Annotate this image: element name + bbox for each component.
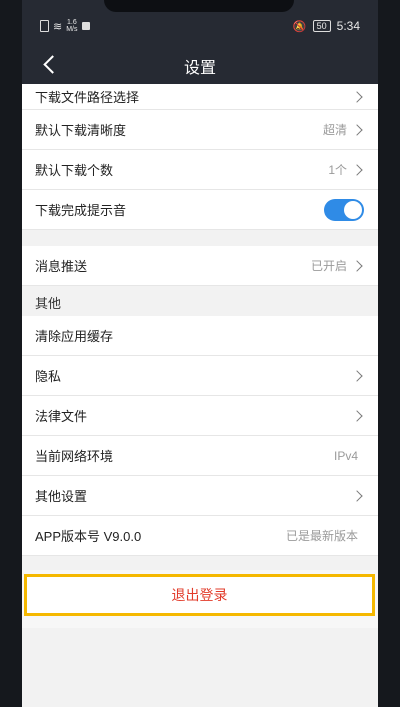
row-label: 消息推送	[35, 259, 88, 274]
row-legal[interactable]: 法律文件	[22, 396, 378, 436]
phone-screen: ≋ 1.6 M/s 🔕 50 5:34 设置 下载文件路径选择 默认下载清晰度 …	[22, 0, 378, 707]
device-frame: ≋ 1.6 M/s 🔕 50 5:34 设置 下载文件路径选择 默认下载清晰度 …	[0, 0, 400, 707]
chevron-right-icon	[351, 163, 363, 176]
row-label: APP版本号 V9.0.0	[35, 529, 142, 544]
chevron-right-icon	[351, 90, 363, 103]
chevron-right-icon	[351, 489, 363, 502]
row-label: 下载文件路径选择	[35, 90, 140, 105]
row-default-count[interactable]: 默认下载个数 1个	[22, 150, 378, 190]
row-value: 已开启	[310, 259, 347, 273]
section-gap	[22, 230, 378, 246]
status-right: 🔕 50 5:34	[293, 19, 360, 33]
row-download-sound: 下载完成提示音	[22, 190, 378, 230]
logout-button[interactable]: 退出登录	[27, 577, 372, 613]
logout-area: 退出登录	[22, 570, 378, 628]
bottom-spacer	[22, 628, 378, 707]
image-notification-icon	[81, 22, 90, 30]
nav-bar: 设置	[22, 44, 378, 84]
row-label: 下载完成提示音	[35, 203, 127, 218]
net-speed-unit: M/s	[66, 26, 78, 33]
net-speed: 1.6 M/s	[66, 19, 77, 33]
row-label: 法律文件	[35, 409, 88, 424]
row-value: IPv4	[333, 448, 358, 463]
chevron-right-icon	[351, 409, 363, 422]
status-left: ≋ 1.6 M/s	[40, 19, 90, 33]
row-label: 默认下载个数	[35, 163, 114, 178]
chevron-right-icon	[351, 259, 363, 272]
download-sound-toggle[interactable]	[324, 198, 364, 221]
row-default-quality[interactable]: 默认下载清晰度 超清	[22, 110, 378, 150]
net-speed-value: 1.6	[66, 19, 77, 26]
settings-list: 下载文件路径选择 默认下载清晰度 超清 默认下载个数 1个 下载完成提示音 消息…	[22, 84, 378, 707]
toggle-knob	[344, 200, 362, 219]
chevron-right-icon	[351, 123, 363, 136]
row-privacy[interactable]: 隐私	[22, 356, 378, 396]
status-bar: ≋ 1.6 M/s 🔕 50 5:34	[22, 0, 378, 44]
notch	[104, 0, 294, 12]
row-value: 已是最新版本	[285, 529, 358, 543]
row-other-settings[interactable]: 其他设置	[22, 476, 378, 516]
wifi-icon: ≋	[53, 20, 63, 33]
row-label: 隐私	[35, 369, 62, 384]
row-label: 清除应用缓存	[35, 329, 114, 344]
row-version: APP版本号 V9.0.0 已是最新版本	[22, 516, 378, 556]
section-header-other: 其他	[22, 286, 378, 316]
clock: 5:34	[336, 19, 360, 33]
row-label: 默认下载清晰度	[35, 123, 127, 138]
row-clear-cache[interactable]: 清除应用缓存	[22, 316, 378, 356]
battery-icon: 50	[312, 20, 331, 32]
row-network-env: 当前网络环境 IPv4	[22, 436, 378, 476]
sim-icon	[40, 20, 49, 32]
mute-icon: 🔕	[292, 20, 307, 33]
chevron-right-icon	[351, 369, 363, 382]
row-download-path[interactable]: 下载文件路径选择	[22, 84, 378, 110]
row-push[interactable]: 消息推送 已开启	[22, 246, 378, 286]
row-label: 当前网络环境	[35, 449, 114, 464]
row-value: 1个	[328, 163, 347, 177]
row-label: 其他设置	[35, 489, 88, 504]
page-title: 设置	[183, 60, 216, 77]
row-value: 超清	[322, 123, 347, 137]
